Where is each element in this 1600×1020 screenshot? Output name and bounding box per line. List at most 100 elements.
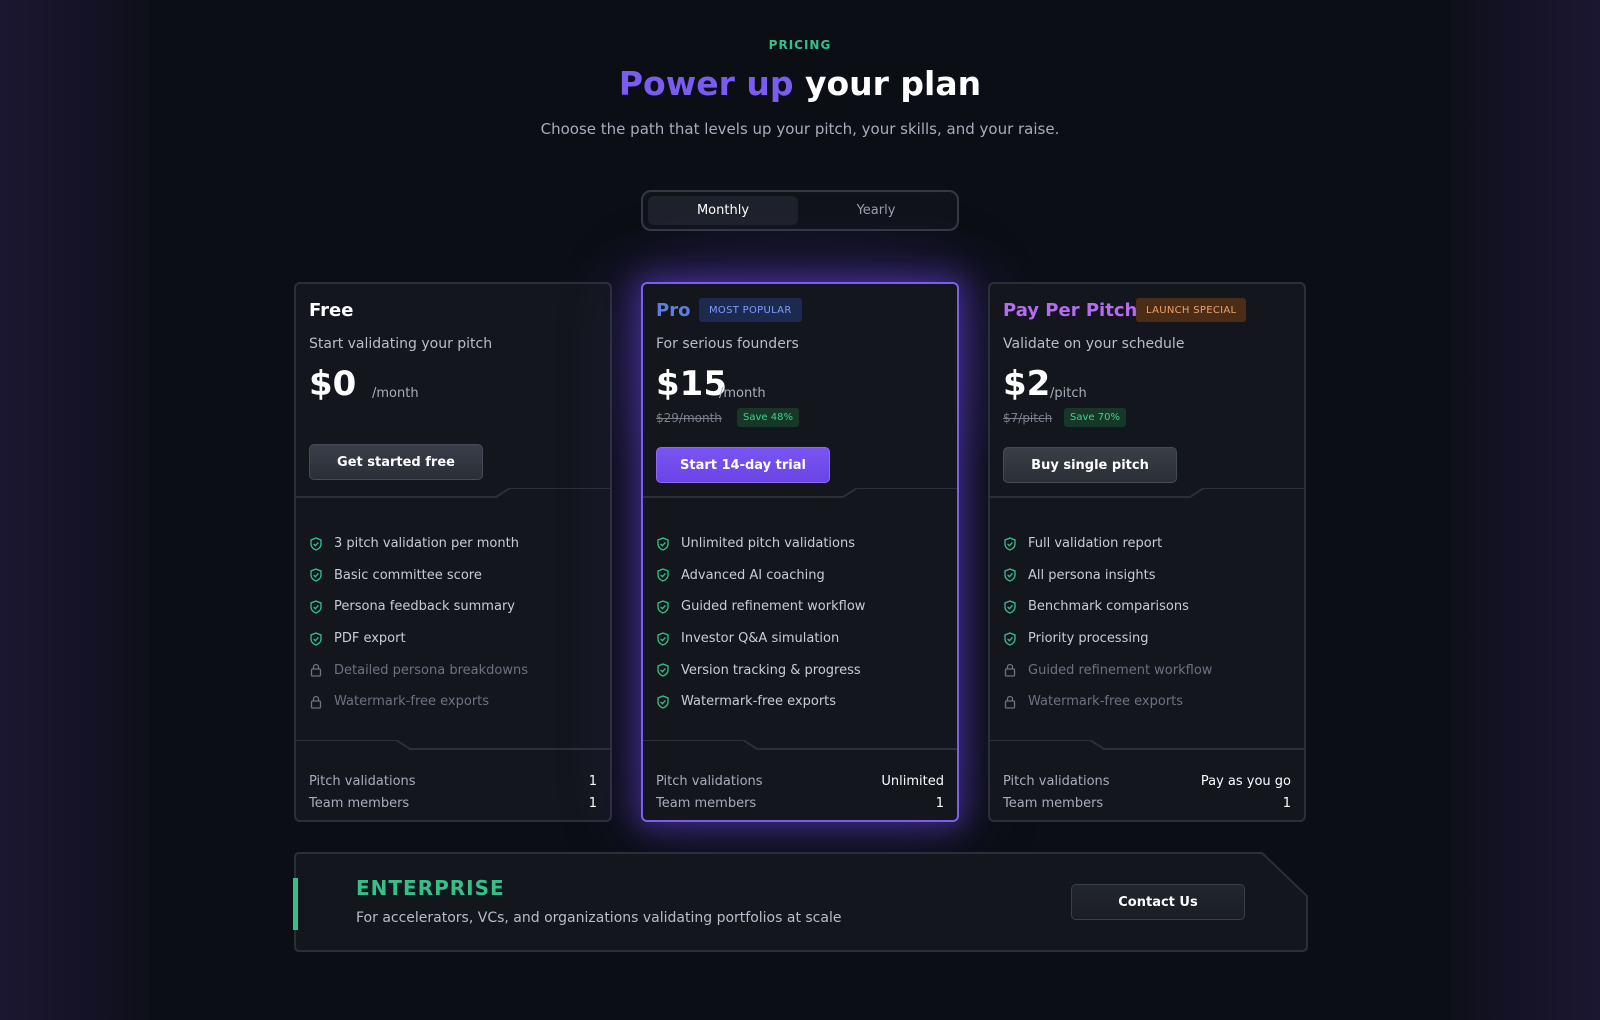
- feature-item: Advanced AI coaching: [656, 560, 865, 592]
- card-divider: [643, 740, 957, 750]
- left-background-panel: [0, 0, 150, 1020]
- plan-price: $0: [309, 364, 357, 404]
- feature-label: Watermark-free exports: [681, 694, 837, 710]
- feature-label: Advanced AI coaching: [681, 567, 825, 583]
- plan-card-pro: Pro MOST POPULAR For serious founders $1…: [641, 282, 959, 822]
- title-rest: your plan: [804, 64, 982, 103]
- get-started-free-button[interactable]: Get started free: [309, 444, 483, 480]
- lock-icon: [1003, 663, 1017, 677]
- plan-period: /month: [719, 386, 766, 401]
- check-circle-icon: [656, 537, 670, 551]
- enterprise-description: For accelerators, VCs, and organizations…: [356, 910, 842, 926]
- feature-label: Version tracking & progress: [681, 662, 861, 678]
- feature-item: Priority processing: [1003, 623, 1212, 655]
- stat-row: Pitch validations Pay as you go: [1003, 771, 1291, 793]
- feature-label: Full validation report: [1028, 536, 1163, 552]
- plan-stats: Pitch validations Pay as you go Team memb…: [1003, 771, 1291, 814]
- feature-label: Guided refinement workflow: [1028, 662, 1213, 678]
- toggle-monthly[interactable]: Monthly: [648, 196, 798, 225]
- feature-label: 3 pitch validation per month: [334, 536, 519, 552]
- feature-list: Full validation report All persona insig…: [1003, 528, 1212, 718]
- plan-card-free: Free Start validating your pitch $0 /mon…: [294, 282, 612, 822]
- feature-item: Investor Q&A simulation: [656, 623, 865, 655]
- stat-value: Pay as you go: [1200, 774, 1291, 790]
- feature-item: Basic committee score: [309, 560, 528, 592]
- feature-item: All persona insights: [1003, 560, 1212, 592]
- plan-price: $2: [1003, 364, 1051, 404]
- check-circle-icon: [1003, 537, 1017, 551]
- plan-name: Free: [309, 300, 354, 321]
- feature-item-locked: Detailed persona breakdowns: [309, 654, 528, 686]
- check-circle-icon: [1003, 600, 1017, 614]
- lock-icon: [1003, 695, 1017, 709]
- plan-stats: Pitch validations Unlimited Team members 1: [656, 771, 944, 814]
- feature-label: Benchmark comparisons: [1028, 599, 1189, 615]
- feature-item: PDF export: [309, 623, 528, 655]
- feature-label: All persona insights: [1028, 567, 1156, 583]
- feature-item: Benchmark comparisons: [1003, 591, 1212, 623]
- title-accent: Power up: [618, 64, 794, 103]
- old-price: $7/pitch: [1003, 411, 1053, 425]
- check-circle-icon: [656, 663, 670, 677]
- stat-value: 1: [1282, 795, 1291, 811]
- feature-label: Watermark-free exports: [334, 694, 490, 710]
- feature-label: Persona feedback summary: [334, 599, 515, 615]
- save-badge: Save 70%: [1064, 408, 1126, 427]
- feature-list: Unlimited pitch validations Advanced AI …: [656, 528, 865, 718]
- check-circle-icon: [1003, 631, 1017, 646]
- buy-single-pitch-button[interactable]: Buy single pitch: [1003, 447, 1177, 483]
- start-trial-button[interactable]: Start 14-day trial: [656, 447, 830, 483]
- card-divider: [296, 488, 610, 498]
- stat-label: Pitch validations: [656, 774, 763, 790]
- right-background-panel: [1450, 0, 1600, 1020]
- stat-value: 1: [935, 795, 944, 811]
- most-popular-badge: MOST POPULAR: [699, 298, 802, 322]
- feature-item: Guided refinement workflow: [656, 591, 865, 623]
- stat-value: 1: [588, 795, 597, 811]
- plan-card-pay-per-pitch: Pay Per Pitch LAUNCH SPECIAL Validate on…: [988, 282, 1306, 822]
- check-circle-icon: [656, 695, 670, 709]
- stat-label: Team members: [1003, 795, 1104, 811]
- feature-item-locked: Guided refinement workflow: [1003, 654, 1212, 686]
- page-subtitle: Choose the path that levels up your pitc…: [540, 120, 1060, 138]
- toggle-yearly[interactable]: Yearly: [801, 196, 951, 225]
- contact-us-button[interactable]: Contact Us: [1071, 884, 1245, 920]
- lock-icon: [309, 663, 323, 677]
- check-circle-icon: [309, 600, 323, 614]
- feature-item: Version tracking & progress: [656, 654, 865, 686]
- stat-row: Team members 1: [309, 793, 597, 815]
- billing-toggle: Monthly Yearly: [641, 190, 959, 231]
- feature-item: Persona feedback summary: [309, 591, 528, 623]
- plan-stats: Pitch validations 1 Team members 1: [309, 771, 597, 814]
- plan-name: Pay Per Pitch: [1003, 300, 1138, 321]
- feature-label: Detailed persona breakdowns: [334, 662, 528, 678]
- feature-label: Watermark-free exports: [1028, 694, 1184, 710]
- plan-period: /pitch: [1050, 386, 1087, 401]
- plan-description: Validate on your schedule: [1003, 336, 1185, 352]
- plan-period: /month: [372, 386, 419, 401]
- feature-label: Guided refinement workflow: [681, 599, 866, 615]
- check-circle-icon: [309, 631, 323, 646]
- card-divider: [296, 740, 610, 750]
- feature-item: Unlimited pitch validations: [656, 528, 865, 560]
- plan-description: Start validating your pitch: [309, 336, 493, 352]
- stat-row: Pitch validations 1: [309, 771, 597, 793]
- enterprise-banner: ENTERPRISE For accelerators, VCs, and or…: [293, 852, 1309, 952]
- card-divider: [643, 488, 957, 498]
- stat-value: 1: [588, 774, 597, 790]
- old-price: $29/month: [656, 411, 722, 425]
- stat-label: Pitch validations: [309, 774, 416, 790]
- check-circle-icon: [656, 631, 670, 646]
- feature-label: Basic committee score: [334, 567, 482, 583]
- feature-item-locked: Watermark-free exports: [1003, 686, 1212, 718]
- plan-description: For serious founders: [656, 336, 799, 352]
- check-circle-icon: [309, 568, 323, 583]
- feature-item-locked: Watermark-free exports: [309, 686, 528, 718]
- check-circle-icon: [309, 537, 323, 551]
- feature-label: Investor Q&A simulation: [681, 631, 840, 647]
- stat-label: Pitch validations: [1003, 774, 1110, 790]
- save-badge: Save 48%: [737, 408, 799, 427]
- stat-label: Team members: [656, 795, 757, 811]
- page-title: Power up your plan: [0, 64, 1600, 103]
- feature-label: Unlimited pitch validations: [681, 536, 855, 552]
